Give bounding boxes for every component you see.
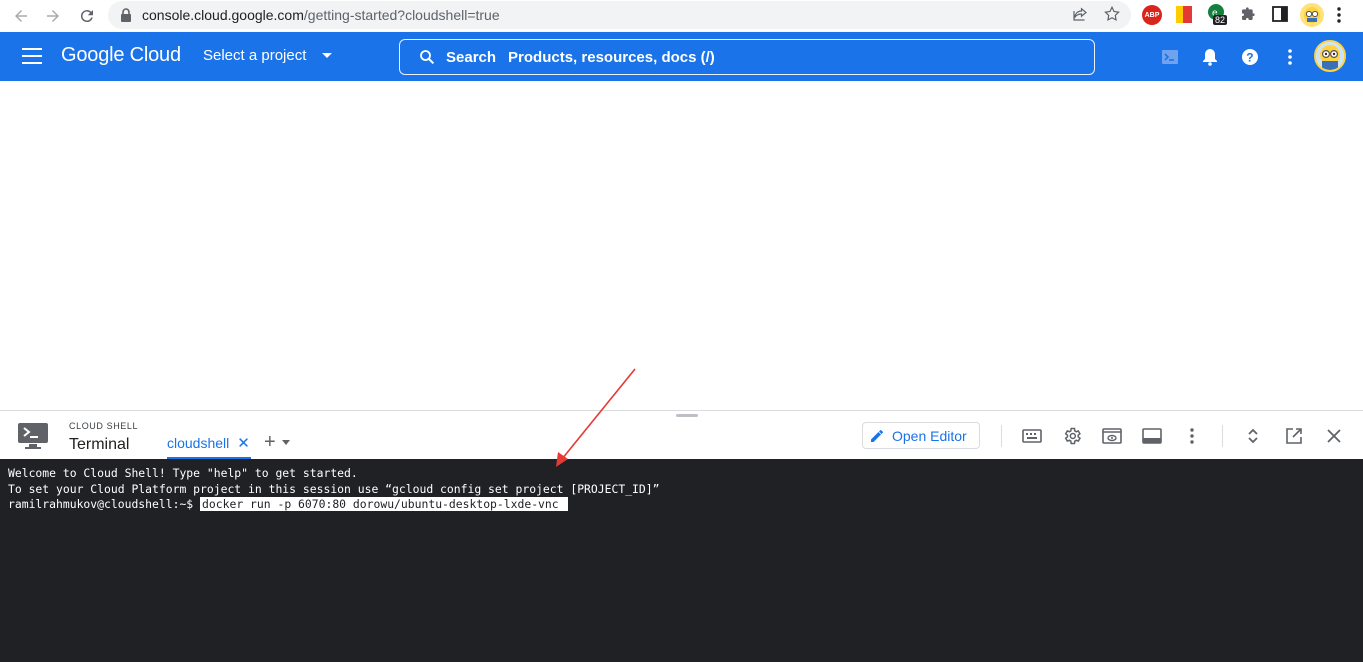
url-text: console.cloud.google.com/getting-started… (142, 7, 500, 23)
toolbar-divider (1222, 425, 1223, 447)
cloud-shell-section-label: CLOUD SHELL (69, 421, 139, 431)
forward-icon[interactable] (38, 1, 68, 31)
terminal-line: Welcome to Cloud Shell! Type "help" to g… (8, 466, 358, 480)
cloud-shell-header: CLOUD SHELL Terminal cloudshell ✕ + Open… (0, 410, 1363, 460)
close-tab-icon[interactable]: ✕ (237, 436, 250, 451)
plus-icon: + (264, 431, 276, 453)
project-selector[interactable]: Select a project (203, 47, 333, 64)
grammar-extension-icon[interactable]: e 82 (1208, 3, 1230, 27)
url-path: /getting-started?cloudshell=true (303, 7, 500, 23)
terminal-title: Terminal (69, 436, 130, 453)
url-host: console.cloud.google.com (142, 7, 304, 23)
open-editor-button[interactable]: Open Editor (862, 422, 980, 449)
search-label: Search (446, 48, 497, 66)
google-cloud-logo[interactable]: Google Cloud (61, 44, 181, 67)
open-editor-label: Open Editor (892, 427, 967, 444)
share-icon[interactable] (1071, 5, 1089, 23)
web-preview-icon[interactable] (1102, 426, 1122, 446)
terminal-prompt-line: ramilrahmukov@cloudshell:~$ docker run -… (8, 497, 1355, 513)
close-icon[interactable] (1324, 426, 1344, 446)
svg-text:?: ? (1246, 51, 1253, 65)
help-icon[interactable]: ? (1239, 46, 1261, 68)
restore-icon[interactable] (1243, 426, 1263, 446)
sidebar-icon[interactable] (1272, 6, 1288, 22)
keyboard-icon[interactable] (1022, 426, 1042, 446)
lock-icon (121, 8, 131, 22)
tab-cloudshell[interactable]: cloudshell ✕ (167, 435, 250, 451)
account-avatar[interactable] (1314, 40, 1346, 72)
settings-gear-icon[interactable] (1062, 426, 1082, 446)
back-icon[interactable] (6, 1, 36, 31)
search-input[interactable]: Search Products, resources, docs (/) (399, 39, 1095, 75)
browser-toolbar: console.cloud.google.com/getting-started… (0, 0, 1363, 32)
caret-down-icon (322, 53, 333, 58)
cloud-shell-activate-icon[interactable] (1159, 46, 1181, 68)
more-vert-icon[interactable] (1182, 426, 1202, 446)
star-icon[interactable] (1103, 5, 1121, 23)
main-content-area (0, 81, 1363, 410)
terminal-prompt: ramilrahmukov@cloudshell:~$ (8, 497, 201, 511)
cloud-shell-icon (18, 423, 48, 449)
search-placeholder: Products, resources, docs (/) (508, 48, 715, 66)
project-selector-label: Select a project (203, 47, 307, 64)
extension-badge: 82 (1213, 15, 1228, 25)
pencil-icon (871, 429, 883, 442)
terminal-output[interactable]: Welcome to Cloud Shell! Type "help" to g… (0, 459, 1363, 662)
profile-avatar[interactable] (1300, 3, 1324, 27)
resize-drag-handle[interactable] (676, 414, 698, 417)
toolbar-divider (1001, 425, 1002, 447)
tab-label: cloudshell (167, 435, 230, 451)
reload-icon[interactable] (72, 1, 102, 31)
notifications-bell-icon[interactable] (1199, 46, 1221, 68)
bookmark-flag-icon[interactable] (1175, 5, 1193, 25)
chevron-down-icon[interactable] (281, 439, 290, 445)
adblock-icon[interactable]: ABP (1142, 5, 1162, 25)
adblock-label: ABP (1144, 11, 1160, 19)
gcp-header: Google Cloud Select a project Search Pro… (0, 32, 1363, 81)
search-icon (420, 50, 435, 65)
kebab-menu-icon[interactable] (1336, 6, 1342, 24)
terminal-command[interactable]: docker run -p 6070:80 dorowu/ubuntu-desk… (200, 497, 568, 511)
puzzle-icon[interactable] (1240, 6, 1256, 22)
add-tab-button[interactable]: + (264, 432, 290, 452)
hamburger-menu-icon[interactable] (22, 48, 42, 64)
terminal-layout-icon[interactable] (1142, 426, 1162, 446)
address-bar[interactable]: console.cloud.google.com/getting-started… (108, 1, 1131, 29)
open-new-window-icon[interactable] (1284, 426, 1304, 446)
more-vert-icon[interactable] (1279, 46, 1301, 68)
terminal-line: To set your Cloud Platform project in th… (8, 481, 660, 496)
